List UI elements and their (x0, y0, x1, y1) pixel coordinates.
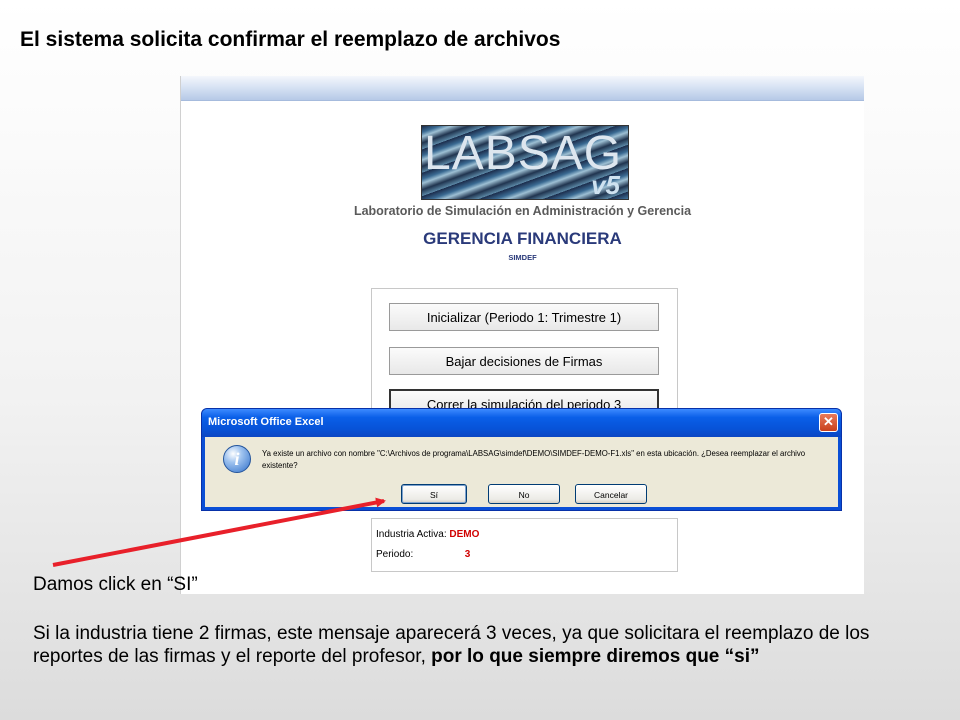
arrow-line (52, 497, 386, 567)
caption-emphasis: por lo que siempre diremos que “si” (431, 646, 760, 667)
caption-explanation: Si la industria tiene 2 firmas, este men… (33, 622, 933, 668)
pointer-arrow (52, 497, 386, 567)
caption-click-yes: Damos click en “SI” (33, 574, 198, 595)
